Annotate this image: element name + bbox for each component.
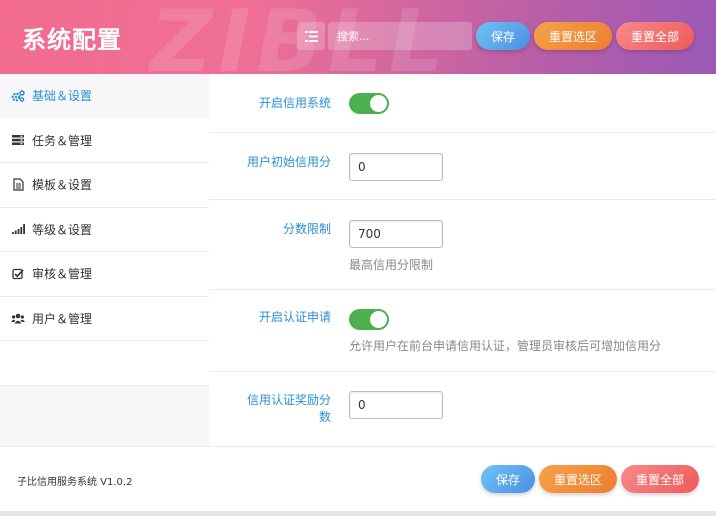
sidebar-item-level-settings[interactable]: 等级＆设置: [0, 207, 209, 252]
document-icon: [11, 178, 25, 192]
footer-reset-all-button[interactable]: 重置全部: [621, 465, 700, 493]
enable-certification-toggle[interactable]: [349, 309, 389, 330]
cert-reward-input[interactable]: [349, 391, 443, 419]
sidebar-item-template-settings[interactable]: 模板＆设置: [0, 163, 209, 208]
footer-bar: 子比信用服务系统 V1.0.2 保存 重置选区 重置全部: [0, 446, 716, 511]
setting-row-initial-credit: 用户初始信用分: [209, 133, 716, 200]
sidebar-item-label: 任务＆管理: [32, 133, 93, 148]
page-title: 系统配置: [22, 26, 122, 54]
sidebar-item-label: 模板＆设置: [32, 178, 93, 193]
setting-row-enable-credit: 开启信用系统: [209, 74, 716, 133]
search-input[interactable]: [328, 22, 472, 50]
sidebar-empty-row: [0, 341, 209, 386]
setting-label: 开启认证申请: [258, 310, 331, 324]
sidebar-item-task-management[interactable]: 任务＆管理: [0, 118, 209, 163]
enable-credit-toggle[interactable]: [349, 93, 389, 114]
setting-hint: 允许用户在前台申请信用认证，管理员审核后可增加信用分: [349, 339, 662, 353]
sidebar-item-label: 审核＆管理: [32, 267, 93, 282]
setting-label: 分数限制: [282, 222, 331, 236]
score-limit-input[interactable]: [349, 220, 443, 248]
toggle-knob: [370, 311, 387, 328]
signal-bars-icon: [11, 222, 25, 236]
sidebar-item-label: 基础＆设置: [32, 89, 93, 104]
setting-label: 信用认证奖励分数: [246, 393, 331, 424]
sidebar-item-user-management[interactable]: 用户＆管理: [0, 296, 209, 341]
gears-icon: [11, 89, 25, 103]
footer-actions: 保存 重置选区 重置全部: [481, 465, 703, 493]
setting-row-enable-certification: 开启认证申请 允许用户在前台申请信用认证，管理员审核后可增加信用分: [209, 290, 716, 372]
sidebar-item-review-management[interactable]: 审核＆管理: [0, 252, 209, 297]
setting-label: 用户初始信用分: [246, 155, 331, 169]
sidebar-item-label: 等级＆设置: [32, 222, 93, 237]
sidebar-item-basic-settings[interactable]: 基础＆设置: [0, 74, 209, 119]
initial-credit-input[interactable]: [349, 153, 443, 181]
version-text: 子比信用服务系统 V1.0.2: [17, 477, 133, 488]
settings-panel: 开启信用系统 用户初始信用分 分数限制 最高信用分限制 开启认证申请 允许用户在…: [209, 74, 716, 446]
header-reset-selection-button[interactable]: 重置选区: [534, 22, 613, 50]
bottom-strip: [0, 511, 716, 516]
setting-row-cert-reward: 信用认证奖励分数: [209, 372, 716, 446]
footer-save-button[interactable]: 保存: [481, 465, 536, 493]
setting-hint: 最高信用分限制: [349, 258, 434, 272]
footer-reset-selection-button[interactable]: 重置选区: [539, 465, 618, 493]
setting-label: 开启信用系统: [258, 96, 331, 110]
setting-row-score-limit: 分数限制 最高信用分限制: [209, 200, 716, 290]
list-menu-icon: [304, 30, 318, 42]
header-reset-all-button[interactable]: 重置全部: [616, 22, 695, 50]
header-toolbar: 保存 重置选区 重置全部: [297, 22, 695, 50]
header-bar: ZIBLL 系统配置 保存 重置选区 重置全部: [0, 0, 716, 74]
sidebar: 基础＆设置 任务＆管理 模板＆设置 等级＆设置 审核＆管理 用户＆管理: [0, 74, 209, 446]
server-icon: [11, 133, 25, 147]
header-save-button[interactable]: 保存: [476, 22, 531, 50]
app-window: ZIBLL 系统配置 保存 重置选区 重置全部 基础＆设置 任务＆管理 模板＆设…: [0, 0, 716, 516]
menu-toggle-button[interactable]: [297, 22, 325, 50]
sidebar-item-label: 用户＆管理: [32, 311, 93, 326]
users-icon: [11, 311, 25, 325]
toggle-knob: [370, 95, 387, 112]
checkbox-icon: [11, 267, 25, 281]
